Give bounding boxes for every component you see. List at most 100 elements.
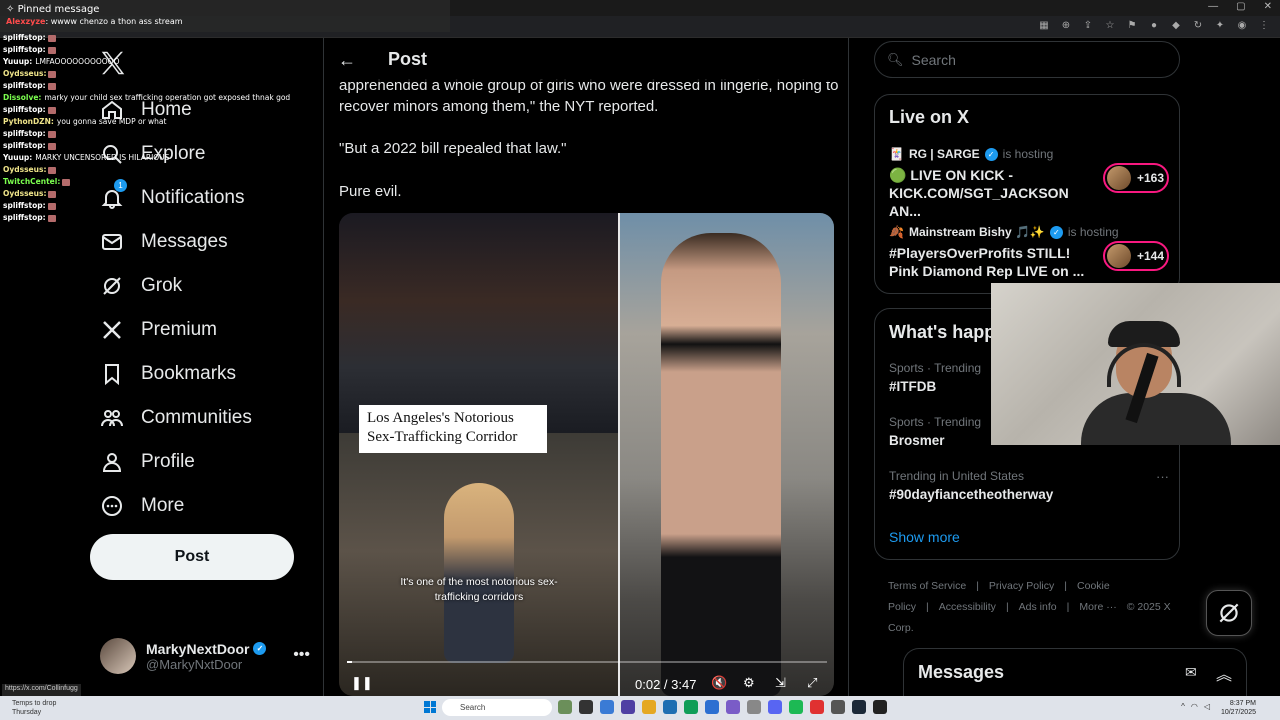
start-button-icon[interactable] <box>424 701 436 713</box>
footer-link[interactable]: Accessibility <box>939 601 996 613</box>
app-icon[interactable] <box>558 700 572 714</box>
video-progress-bar[interactable] <box>347 661 827 663</box>
nav-item-more[interactable]: More <box>100 486 184 526</box>
more-dots-icon[interactable]: ··· <box>1156 469 1169 484</box>
extension-icon[interactable]: ▦ <box>1038 20 1050 32</box>
steam-icon[interactable] <box>852 700 866 714</box>
spotify-icon[interactable] <box>789 700 803 714</box>
app-icon[interactable] <box>810 700 824 714</box>
chat-username: spliffstop: <box>3 105 46 114</box>
app-icon[interactable] <box>579 700 593 714</box>
envelope-icon <box>100 230 124 254</box>
app-icon[interactable] <box>600 700 614 714</box>
system-tray: ^ ◠ ◁ <box>1181 702 1210 711</box>
app-icon[interactable] <box>873 700 887 714</box>
profile-avatar-icon[interactable]: ◉ <box>1236 20 1248 32</box>
video-player[interactable]: Los Angeles's Notorious Sex-Trafficking … <box>339 213 834 696</box>
nav-item-profile[interactable]: Profile <box>100 442 195 482</box>
back-arrow-icon[interactable]: ← <box>338 50 356 71</box>
search-input[interactable] <box>911 51 1162 68</box>
footer-link[interactable]: Terms of Service <box>888 580 966 592</box>
hosting-label: is hosting <box>1067 225 1119 239</box>
chat-username: Yuuup: <box>3 57 33 66</box>
app-icon[interactable] <box>831 700 845 714</box>
account-handle: @MarkyNxtDoor <box>146 656 243 672</box>
live-pill[interactable]: +144 <box>1103 241 1169 271</box>
pinned-text: Alexzyze: wwww chenzo a thon ass stream <box>6 17 183 26</box>
grok-floating-button[interactable] <box>1206 590 1252 636</box>
chevron-up-icon[interactable]: ^ <box>1181 702 1185 711</box>
taskbar-search[interactable]: Search <box>442 699 552 716</box>
app-icon[interactable] <box>705 700 719 714</box>
messages-drawer[interactable]: Messages ✉ ︽ <box>903 648 1247 696</box>
happening-title: What's happ <box>889 322 996 342</box>
mute-icon[interactable]: 🔇 <box>711 675 727 691</box>
live-card-title: Live on X <box>889 107 970 127</box>
discord-icon[interactable] <box>768 700 782 714</box>
chat-line: spliffstop: <box>3 212 320 224</box>
file-explorer-icon[interactable] <box>642 700 656 714</box>
extension-icon[interactable]: ◆ <box>1170 20 1182 32</box>
extension-icon[interactable]: ● <box>1148 20 1160 32</box>
chat-line: spliffstop: <box>3 104 320 116</box>
post-button[interactable]: Post <box>90 534 294 580</box>
app-icon[interactable] <box>621 700 635 714</box>
zoom-icon[interactable]: ⊕ <box>1060 20 1072 32</box>
trend-item[interactable]: Trending in United States #90dayfianceth… <box>889 469 1169 502</box>
footer-link[interactable]: Ads info <box>1019 601 1057 613</box>
minimize-player-icon[interactable]: ⇲ <box>775 675 786 691</box>
new-message-icon[interactable]: ✉ <box>1185 664 1197 681</box>
puzzle-icon[interactable]: ✦ <box>1214 20 1226 32</box>
maximize-icon[interactable]: ▢ <box>1236 1 1245 12</box>
star-icon[interactable]: ☆ <box>1104 20 1116 32</box>
nav-item-label: Profile <box>141 451 195 472</box>
account-switcher[interactable]: MarkyNextDoor ✓ @MarkyNxtDoor ••• <box>100 634 320 678</box>
emote-icon <box>47 142 56 150</box>
wifi-icon[interactable]: ◠ <box>1191 702 1198 711</box>
settings-gear-icon[interactable]: ⚙ <box>743 675 755 691</box>
volume-icon[interactable]: ◁ <box>1204 702 1210 711</box>
nav-item-bookmarks[interactable]: Bookmarks <box>100 354 236 394</box>
emote-icon <box>47 46 56 54</box>
video-controls: ❚❚ 0:02 / 3:47 🔇 ⚙ ⇲ ⤢ <box>339 671 834 696</box>
stream-chat-overlay: ✧ Pinned message Alexzyze: wwww chenzo a… <box>0 0 450 230</box>
app-icon[interactable] <box>663 700 677 714</box>
chat-username: TwitchCentel: <box>3 177 61 186</box>
taskbar-clock[interactable]: 8:37 PM 10/27/2025 <box>1221 699 1256 717</box>
menu-icon[interactable]: ⋮ <box>1258 20 1270 32</box>
expand-chevron-icon[interactable]: ︽ <box>1216 661 1232 685</box>
show-more-link[interactable]: Show more <box>889 529 960 545</box>
weather-widget[interactable]: Temps to drop Thursday <box>12 699 56 717</box>
pause-icon[interactable]: ❚❚ <box>351 675 373 691</box>
nav-item-communities[interactable]: Communities <box>100 398 252 438</box>
minimize-icon[interactable]: — <box>1208 1 1218 12</box>
chat-line: TwitchCentel: <box>3 176 320 188</box>
space-title: 🟢 LIVE ON KICK - KICK.COM/SGT_JACKSON AN… <box>889 167 1069 219</box>
more-circle-icon <box>100 494 124 518</box>
more-dots-icon[interactable]: ••• <box>293 646 310 664</box>
refresh-icon[interactable]: ↻ <box>1192 20 1204 32</box>
search-box[interactable]: 🔍︎ <box>874 41 1180 78</box>
share-icon[interactable]: ⇪ <box>1082 20 1094 32</box>
footer-link[interactable]: Privacy Policy <box>989 580 1054 592</box>
avatar <box>100 638 136 674</box>
chat-line: spliffstop: <box>3 128 320 140</box>
live-entry[interactable]: 🃏 RG | SARGE ✓ is hosting 🟢 LIVE ON KICK - … <box>889 147 1169 220</box>
nav-item-grok[interactable]: Grok <box>100 266 182 306</box>
person-icon <box>100 450 124 474</box>
chat-line: Oydsseus: <box>3 68 320 80</box>
extension-icon[interactable]: ⚑ <box>1126 20 1138 32</box>
nav-item-premium[interactable]: Premium <box>100 310 217 350</box>
chat-username: Oydsseus: <box>3 165 47 174</box>
app-icon[interactable] <box>684 700 698 714</box>
app-icon[interactable] <box>747 700 761 714</box>
host-name: RG | SARGE <box>908 147 980 161</box>
app-icon[interactable] <box>726 700 740 714</box>
live-entry[interactable]: 🍂 Mainstream Bishy 🎵✨ ✓ is hosting #Players… <box>889 225 1169 280</box>
video-progress-fill <box>347 661 352 663</box>
browser-toolbar-icons: ▦ ⊕ ⇪ ☆ ⚑ ● ◆ ↻ ✦ ◉ ⋮ <box>1038 20 1270 32</box>
footer-link[interactable]: More ··· <box>1079 601 1116 613</box>
close-icon[interactable]: ✕ <box>1264 1 1272 12</box>
live-pill[interactable]: +163 <box>1103 163 1169 193</box>
fullscreen-icon[interactable]: ⤢ <box>807 675 817 691</box>
